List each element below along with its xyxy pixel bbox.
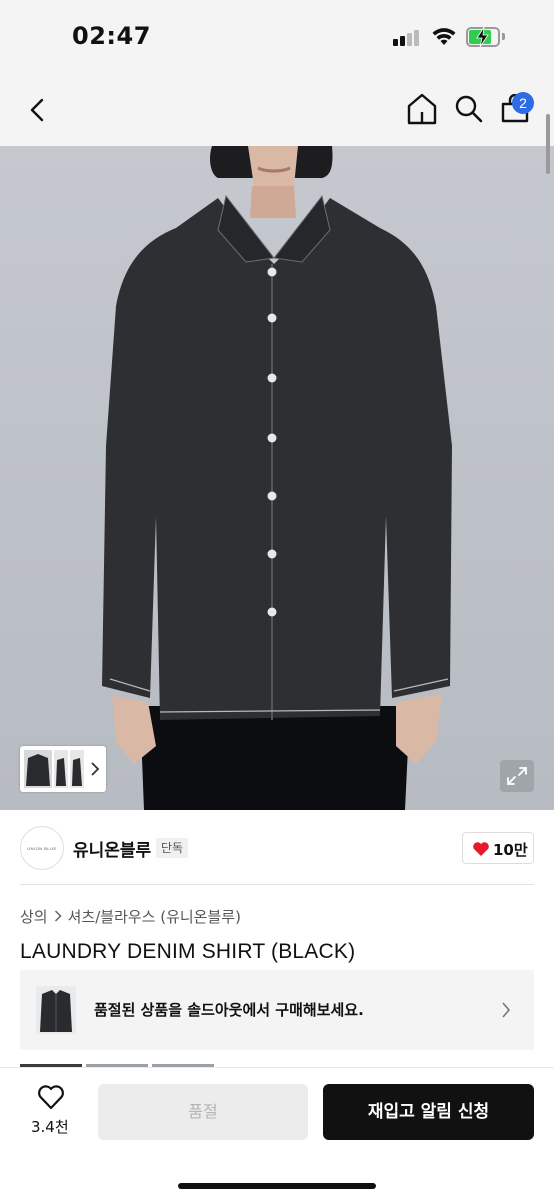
breadcrumb-category[interactable]: 상의 bbox=[20, 906, 48, 927]
soldout-button: 품절 bbox=[98, 1084, 308, 1140]
signal-icon bbox=[393, 28, 423, 46]
chevron-right-icon bbox=[54, 910, 62, 922]
cart-count-badge[interactable]: 2 bbox=[512, 92, 534, 114]
like-count: 10만 bbox=[493, 841, 528, 859]
thumbnail-strip[interactable] bbox=[20, 746, 106, 792]
banner-text: 품절된 상품을 솔드아웃에서 구매해보세요. bbox=[94, 1001, 364, 1019]
banner-product-thumbnail bbox=[36, 986, 76, 1034]
brand-name[interactable]: 유니온블루 bbox=[73, 836, 151, 861]
search-icon[interactable] bbox=[454, 94, 484, 124]
scroll-indicator[interactable] bbox=[546, 114, 550, 174]
product-detail-page: 02:47 2 UNION BLUE 유니온블루 단독 10만 상의 셔츠/블라… bbox=[0, 0, 554, 1200]
home-icon[interactable] bbox=[406, 92, 438, 126]
home-indicator[interactable] bbox=[178, 1183, 376, 1189]
brand-row: UNION BLUE 유니온블루 단독 10만 bbox=[0, 822, 554, 884]
top-nav-bar bbox=[0, 72, 554, 146]
brand-logo[interactable]: UNION BLUE bbox=[20, 826, 64, 870]
status-time: 02:47 bbox=[72, 22, 151, 50]
chevron-right-icon bbox=[502, 1002, 511, 1018]
heart-filled-icon bbox=[473, 842, 489, 856]
breadcrumb: 상의 셔츠/블라우스 (유니온블루) bbox=[20, 904, 241, 928]
chevron-right-icon[interactable] bbox=[90, 762, 100, 776]
wifi-icon bbox=[432, 28, 456, 45]
model-wearing-denim-shirt bbox=[102, 146, 452, 810]
product-title: LAUNDRY DENIM SHIRT (BLACK) bbox=[20, 940, 356, 963]
status-bar: 02:47 bbox=[0, 0, 554, 72]
like-button[interactable]: 10만 bbox=[462, 832, 534, 864]
back-icon[interactable] bbox=[22, 94, 54, 126]
divider bbox=[20, 884, 534, 885]
wish-count: 3.4천 bbox=[31, 1118, 69, 1136]
expand-icon bbox=[507, 767, 527, 785]
bottom-action-bar: 3.4천 품절 재입고 알림 신청 bbox=[0, 1068, 554, 1200]
exclusive-badge: 단독 bbox=[156, 838, 189, 858]
product-main-image[interactable] bbox=[0, 146, 554, 810]
expand-image-button[interactable] bbox=[500, 760, 534, 792]
battery-cap bbox=[502, 33, 505, 40]
soldout-outlet-banner[interactable]: 품절된 상품을 솔드아웃에서 구매해보세요. bbox=[20, 970, 534, 1050]
restock-alert-button[interactable]: 재입고 알림 신청 bbox=[323, 1084, 534, 1140]
breadcrumb-subcategory[interactable]: 셔츠/블라우스 (유니온블루) bbox=[68, 906, 241, 927]
charging-bolt-icon bbox=[476, 26, 489, 48]
heart-outline-icon[interactable] bbox=[37, 1084, 65, 1110]
